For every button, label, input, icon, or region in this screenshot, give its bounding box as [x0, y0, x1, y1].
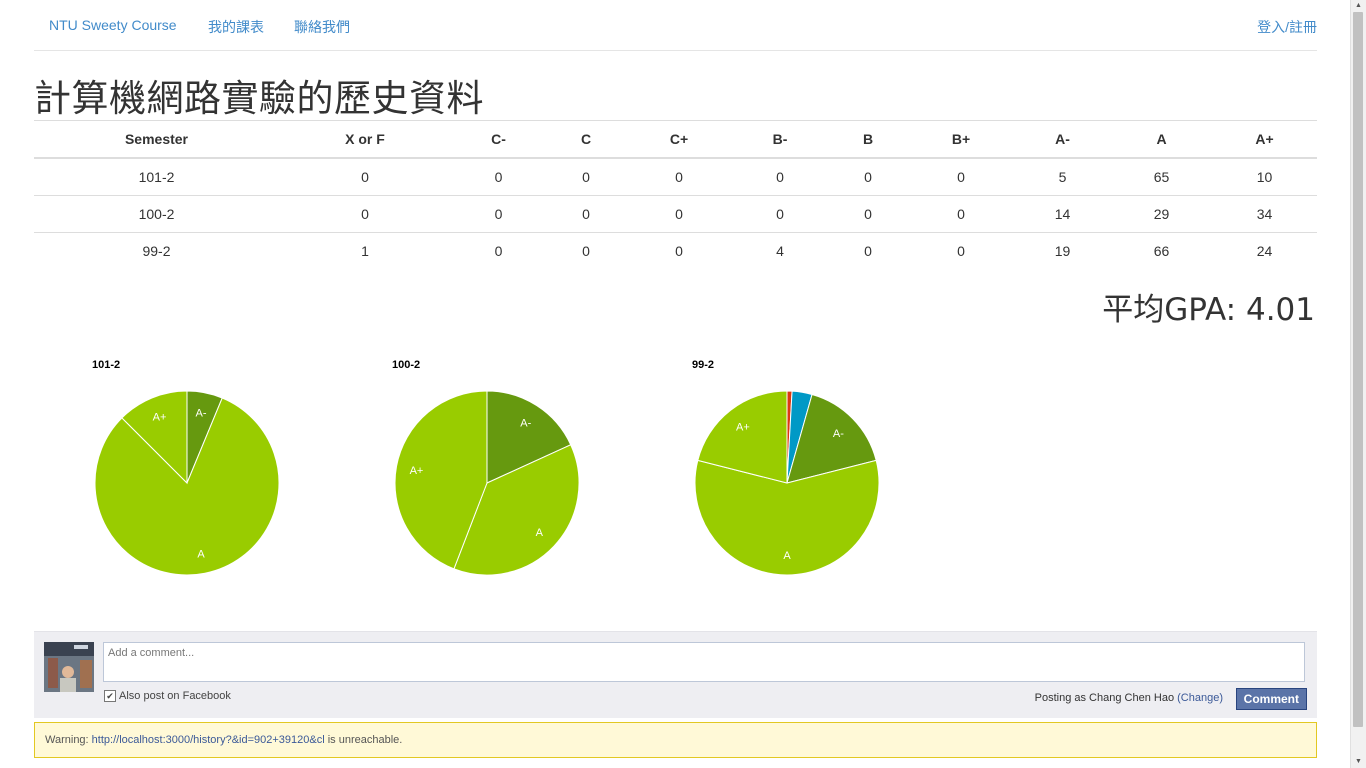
table-header-cell: B-	[732, 120, 828, 159]
change-user-link[interactable]: (Change)	[1177, 692, 1223, 704]
table-cell: 0	[451, 232, 546, 269]
table-cell: 0	[451, 157, 546, 196]
pie-slice-label: A-	[195, 408, 206, 420]
table-header-cell: C	[546, 120, 626, 159]
table-cell: 0	[732, 157, 828, 196]
table-cell: 99-2	[34, 232, 279, 269]
also-post-label: Also post on Facebook	[119, 690, 231, 702]
table-cell: 19	[1014, 232, 1111, 269]
pie-slice-label: A+	[410, 465, 424, 477]
table-header-cell: C+	[626, 120, 732, 159]
table-row: 100-2 0 0 0 0 0 0 0 14 29 34	[34, 195, 1317, 233]
table-cell: 0	[451, 195, 546, 233]
table-header-cell: X or F	[279, 120, 451, 159]
pie-slice-label: A	[536, 527, 544, 539]
table-cell: 0	[279, 157, 451, 196]
scroll-up-arrow-icon[interactable]: ▲	[1351, 0, 1366, 12]
scrollbar-thumb[interactable]	[1353, 12, 1363, 727]
table-cell: 34	[1212, 195, 1317, 233]
table-cell: 101-2	[34, 157, 279, 196]
table-cell: 0	[626, 157, 732, 196]
table-row: 99-2 1 0 0 0 4 0 0 19 66 24	[34, 232, 1317, 269]
pie-slice-label: A	[197, 548, 205, 560]
table-cell: 1	[279, 232, 451, 269]
nav-login-register[interactable]: 登入/註冊	[1257, 17, 1317, 37]
warning-url-link[interactable]: http://localhost:3000/history?&id=902+39…	[92, 734, 325, 746]
nav-contact[interactable]: 聯絡我們	[294, 17, 350, 37]
table-cell: 0	[828, 195, 908, 233]
table-cell: 29	[1111, 195, 1212, 233]
also-post-checkbox-row[interactable]: ✔ Also post on Facebook	[104, 690, 231, 702]
also-post-checkbox[interactable]: ✔	[104, 690, 116, 702]
chart-title: 100-2	[392, 359, 421, 371]
avatar-image	[44, 642, 94, 692]
posting-as-label: Posting as Chang Chen Hao	[1034, 692, 1175, 704]
top-navbar: NTU Sweety Course 我的課表 聯絡我們 登入/註冊	[34, 0, 1317, 51]
pie-slice-label: A+	[736, 421, 750, 433]
table-cell: 100-2	[34, 195, 279, 233]
pie-slice-label: A-	[833, 428, 844, 440]
vertical-scrollbar[interactable]: ▲ ▼	[1350, 0, 1366, 768]
pie-chart-99-2: 99-2 A- A A+	[634, 355, 934, 585]
table-header-cell: B+	[908, 120, 1014, 159]
table-row: 101-2 0 0 0 0 0 0 0 5 65 10	[34, 157, 1317, 196]
table-cell: 66	[1111, 232, 1212, 269]
page-container: NTU Sweety Course 我的課表 聯絡我們 登入/註冊 計算機網路實…	[34, 0, 1317, 758]
table-cell: 0	[732, 195, 828, 233]
grade-history-table: Semester X or F C- C C+ B- B B+ A- A A+ …	[34, 120, 1317, 269]
brand-link[interactable]: NTU Sweety Course	[49, 17, 177, 33]
table-header-cell: Semester	[34, 120, 279, 159]
table-header-cell: A-	[1014, 120, 1111, 159]
table-cell: 14	[1014, 195, 1111, 233]
warning-banner: Warning: http://localhost:3000/history?&…	[34, 722, 1317, 758]
table-cell: 4	[732, 232, 828, 269]
table-cell: 0	[908, 195, 1014, 233]
comment-input[interactable]: Add a comment...	[103, 642, 1305, 682]
table-cell: 0	[626, 195, 732, 233]
comment-button[interactable]: Comment	[1235, 688, 1307, 710]
pie-svg: A- A A+	[94, 390, 280, 576]
table-header-cell: C-	[451, 120, 546, 159]
table-cell: 0	[908, 232, 1014, 269]
table-cell: 0	[546, 232, 626, 269]
table-header-cell: A	[1111, 120, 1212, 159]
warning-suffix: is unreachable.	[327, 734, 403, 746]
table-cell: 10	[1212, 157, 1317, 196]
chart-title: 99-2	[692, 359, 715, 371]
table-cell: 0	[279, 195, 451, 233]
pie-chart-100-2: 100-2 A- A A+	[334, 355, 634, 585]
pie-slice-label: A	[783, 550, 791, 562]
table-header-cell: A+	[1212, 120, 1317, 159]
table-cell: 65	[1111, 157, 1212, 196]
table-cell: 0	[546, 157, 626, 196]
scroll-down-arrow-icon[interactable]: ▼	[1351, 756, 1366, 768]
average-gpa: 平均GPA: 4.01	[1102, 292, 1315, 328]
page-title: 計算機網路實驗的歷史資料	[34, 77, 484, 120]
table-cell: 24	[1212, 232, 1317, 269]
pie-slice-label: A+	[153, 412, 167, 424]
pie-svg: A- A A+	[694, 390, 880, 576]
posting-as-text: Posting as Chang Chen Hao (Change)	[1035, 692, 1223, 704]
table-cell: 0	[828, 157, 908, 196]
avatar	[44, 642, 94, 692]
table-header-row: Semester X or F C- C C+ B- B B+ A- A A+	[34, 120, 1317, 159]
pie-chart-101-2: 101-2 A- A A+	[34, 355, 334, 585]
table-cell: 0	[828, 232, 908, 269]
pie-slice-label: A-	[520, 418, 531, 430]
table-cell: 5	[1014, 157, 1111, 196]
table-header-cell: B	[828, 120, 908, 159]
nav-my-schedule[interactable]: 我的課表	[208, 17, 264, 37]
table-cell: 0	[626, 232, 732, 269]
chart-title: 101-2	[92, 359, 121, 371]
warning-prefix: Warning:	[45, 734, 89, 746]
table-cell: 0	[546, 195, 626, 233]
facebook-comment-box: Add a comment... ✔ Also post on Facebook…	[34, 631, 1317, 718]
table-cell: 0	[908, 157, 1014, 196]
pie-svg: A- A A+	[394, 390, 580, 576]
